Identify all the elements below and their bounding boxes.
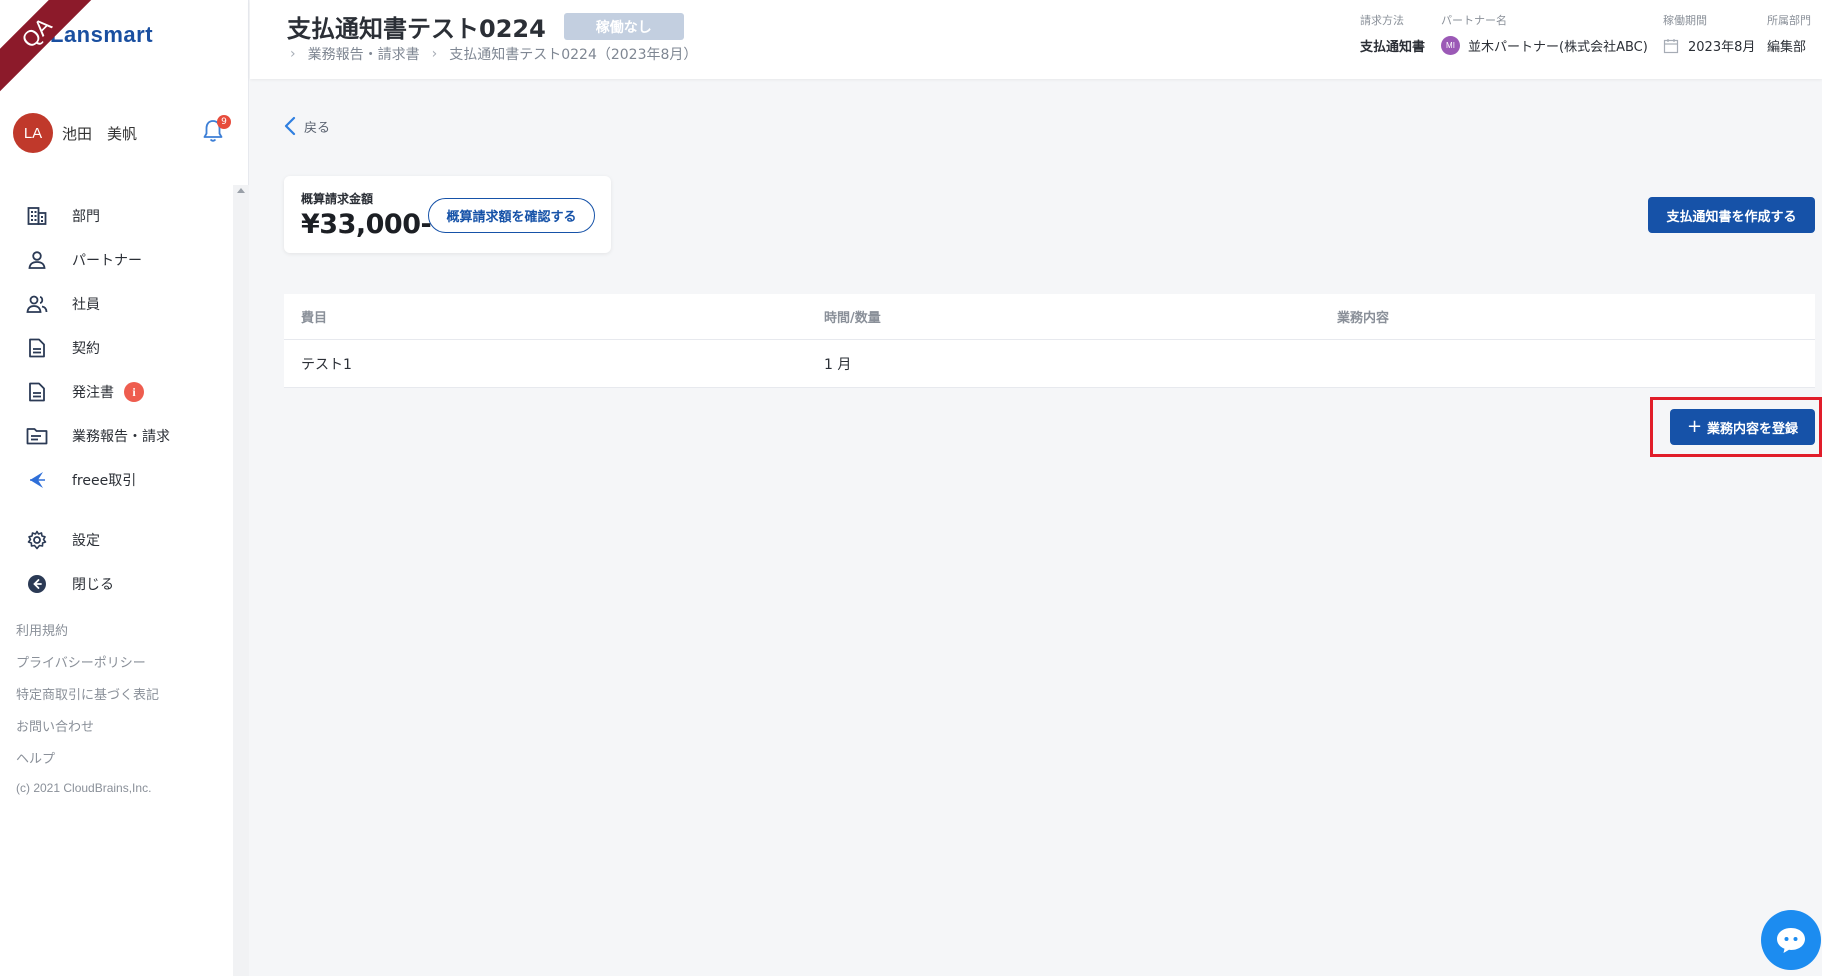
- chat-support-button[interactable]: [1761, 910, 1821, 970]
- sidebar-item-reports-billing[interactable]: 業務報告・請求: [0, 414, 232, 458]
- partner-avatar: MI: [1441, 36, 1460, 55]
- sidebar-item-purchase-orders[interactable]: 発注書 i: [0, 370, 232, 414]
- billing-method-info: 請求方法 支払通知書: [1360, 12, 1425, 55]
- people-icon: [26, 293, 48, 315]
- help-link[interactable]: ヘルプ: [16, 744, 159, 776]
- chat-icon: [1777, 928, 1805, 953]
- status-badge: 稼働なし: [563, 13, 684, 40]
- sidebar-item-settings[interactable]: 設定: [0, 518, 232, 562]
- copyright: (c) 2021 CloudBrains,Inc.: [16, 781, 152, 795]
- chevron-left-icon: [284, 116, 296, 136]
- document-icon: [26, 381, 48, 403]
- work-items-table: 費目 時間/数量 業務内容 テスト1 1 月: [284, 294, 1815, 388]
- create-payment-notice-button[interactable]: 支払通知書を作成する: [1648, 197, 1815, 233]
- table-row[interactable]: テスト1 1 月: [284, 340, 1815, 388]
- brand-logo[interactable]: Lansmart: [50, 22, 153, 48]
- avatar[interactable]: LA: [13, 113, 53, 153]
- chevron-right-icon: ›: [290, 46, 296, 62]
- department-info: 所属部門 編集部: [1767, 12, 1811, 55]
- page-title: 支払通知書テスト0224: [287, 15, 546, 43]
- back-label: 戻る: [304, 120, 331, 136]
- partner-info: パートナー名 MI 並木パートナー(株式会社ABC): [1441, 12, 1648, 55]
- sidebar-item-label: 発注書: [72, 385, 114, 401]
- sidebar-item-label: 契約: [72, 341, 100, 357]
- commercial-law-link[interactable]: 特定商取引に基づく表記: [16, 680, 159, 712]
- confirm-estimate-button[interactable]: 概算請求額を確認する: [428, 198, 595, 233]
- register-button-label: 業務内容を登録: [1707, 421, 1799, 437]
- sidebar-item-contracts[interactable]: 契約: [0, 326, 232, 370]
- period-info: 稼働期間 2023年8月: [1663, 12, 1755, 55]
- department-label: 所属部門: [1767, 14, 1811, 27]
- register-work-content-button[interactable]: + 業務内容を登録: [1670, 409, 1815, 445]
- sidebar-item-label: 社員: [72, 297, 100, 313]
- sidebar-scrollbar[interactable]: [233, 185, 249, 976]
- sidebar-item-label: 閉じる: [72, 577, 114, 593]
- folder-icon: [26, 425, 48, 447]
- period-text: 2023年8月: [1688, 40, 1756, 55]
- page-header: 支払通知書テスト0224 稼働なし › 業務報告・請求書 › 支払通知書テスト0…: [250, 0, 1822, 79]
- column-header-quantity: 時間/数量: [824, 311, 881, 326]
- user-name: 池田 美帆: [62, 124, 138, 143]
- contact-link[interactable]: お問い合わせ: [16, 712, 159, 744]
- title-row: 支払通知書テスト0224 稼働なし: [287, 9, 684, 44]
- column-header-expense-item: 費目: [301, 311, 328, 326]
- column-header-work-content: 業務内容: [1337, 311, 1390, 326]
- sidebar: QA Lansmart LA 池田 美帆 9 部門 パートナー 社員 契約 発注…: [0, 0, 249, 976]
- billing-method-label: 請求方法: [1360, 14, 1404, 27]
- breadcrumb-item-current[interactable]: 支払通知書テスト0224（2023年8月）: [449, 44, 697, 64]
- sidebar-item-partners[interactable]: パートナー: [0, 238, 232, 282]
- table-header: 費目 時間/数量 業務内容: [284, 294, 1815, 340]
- info-badge-icon: i: [124, 382, 144, 402]
- qa-ribbon: QA: [0, 0, 101, 97]
- sidebar-item-label: 業務報告・請求: [72, 429, 170, 445]
- cell-expense-item: テスト1: [301, 356, 352, 373]
- breadcrumb-item-reports[interactable]: 業務報告・請求書: [308, 44, 420, 64]
- sidebar-item-label: 部門: [72, 209, 100, 225]
- document-icon: [26, 337, 48, 359]
- footer-links: 利用規約 プライバシーポリシー 特定商取引に基づく表記 お問い合わせ ヘルプ: [16, 616, 159, 776]
- chevron-right-icon: ›: [431, 46, 438, 62]
- sidebar-item-departments[interactable]: 部門: [0, 194, 232, 238]
- plus-icon: +: [1686, 416, 1703, 437]
- back-button[interactable]: 戻る: [284, 116, 330, 136]
- estimate-card: 概算請求金額 ¥33,000- 概算請求額を確認する: [284, 176, 611, 253]
- partner-value[interactable]: MI 並木パートナー(株式会社ABC): [1441, 36, 1648, 55]
- notification-count-badge: 9: [217, 115, 231, 129]
- partner-name: 並木パートナー(株式会社ABC): [1468, 40, 1648, 55]
- calendar-icon: [1663, 38, 1679, 53]
- back-circle-icon: [26, 573, 48, 595]
- sidebar-item-employees[interactable]: 社員: [0, 282, 232, 326]
- cell-quantity: 1 月: [824, 356, 852, 373]
- breadcrumb: › 業務報告・請求書 › 支払通知書テスト0224（2023年8月）: [290, 44, 709, 64]
- notification-button[interactable]: 9: [201, 115, 231, 146]
- sidebar-item-label: パートナー: [72, 253, 142, 269]
- scroll-up-arrow-icon[interactable]: [237, 188, 245, 193]
- user-profile[interactable]: LA 池田 美帆 9: [13, 112, 239, 154]
- sidebar-item-close[interactable]: 閉じる: [0, 562, 232, 606]
- sidebar-item-label: 設定: [72, 533, 100, 549]
- estimate-label: 概算請求金額: [301, 192, 374, 206]
- partner-label: パートナー名: [1441, 14, 1507, 27]
- sidebar-nav: 部門 パートナー 社員 契約 発注書 i 業務報告・請求 freee取引 設定 …: [0, 194, 232, 606]
- department-value: 編集部: [1767, 40, 1807, 55]
- sidebar-item-label: freee取引: [72, 473, 137, 489]
- billing-method-value: 支払通知書: [1360, 40, 1426, 55]
- period-label: 稼働期間: [1663, 14, 1707, 27]
- gear-icon: [26, 529, 48, 551]
- period-value: 2023年8月: [1663, 36, 1755, 55]
- building-icon: [26, 205, 48, 227]
- terms-link[interactable]: 利用規約: [16, 616, 159, 648]
- privacy-link[interactable]: プライバシーポリシー: [16, 648, 159, 680]
- sidebar-item-freee[interactable]: freee取引: [0, 458, 232, 502]
- freee-icon: [26, 469, 48, 491]
- estimate-amount: ¥33,000-: [301, 209, 432, 240]
- person-icon: [26, 249, 48, 271]
